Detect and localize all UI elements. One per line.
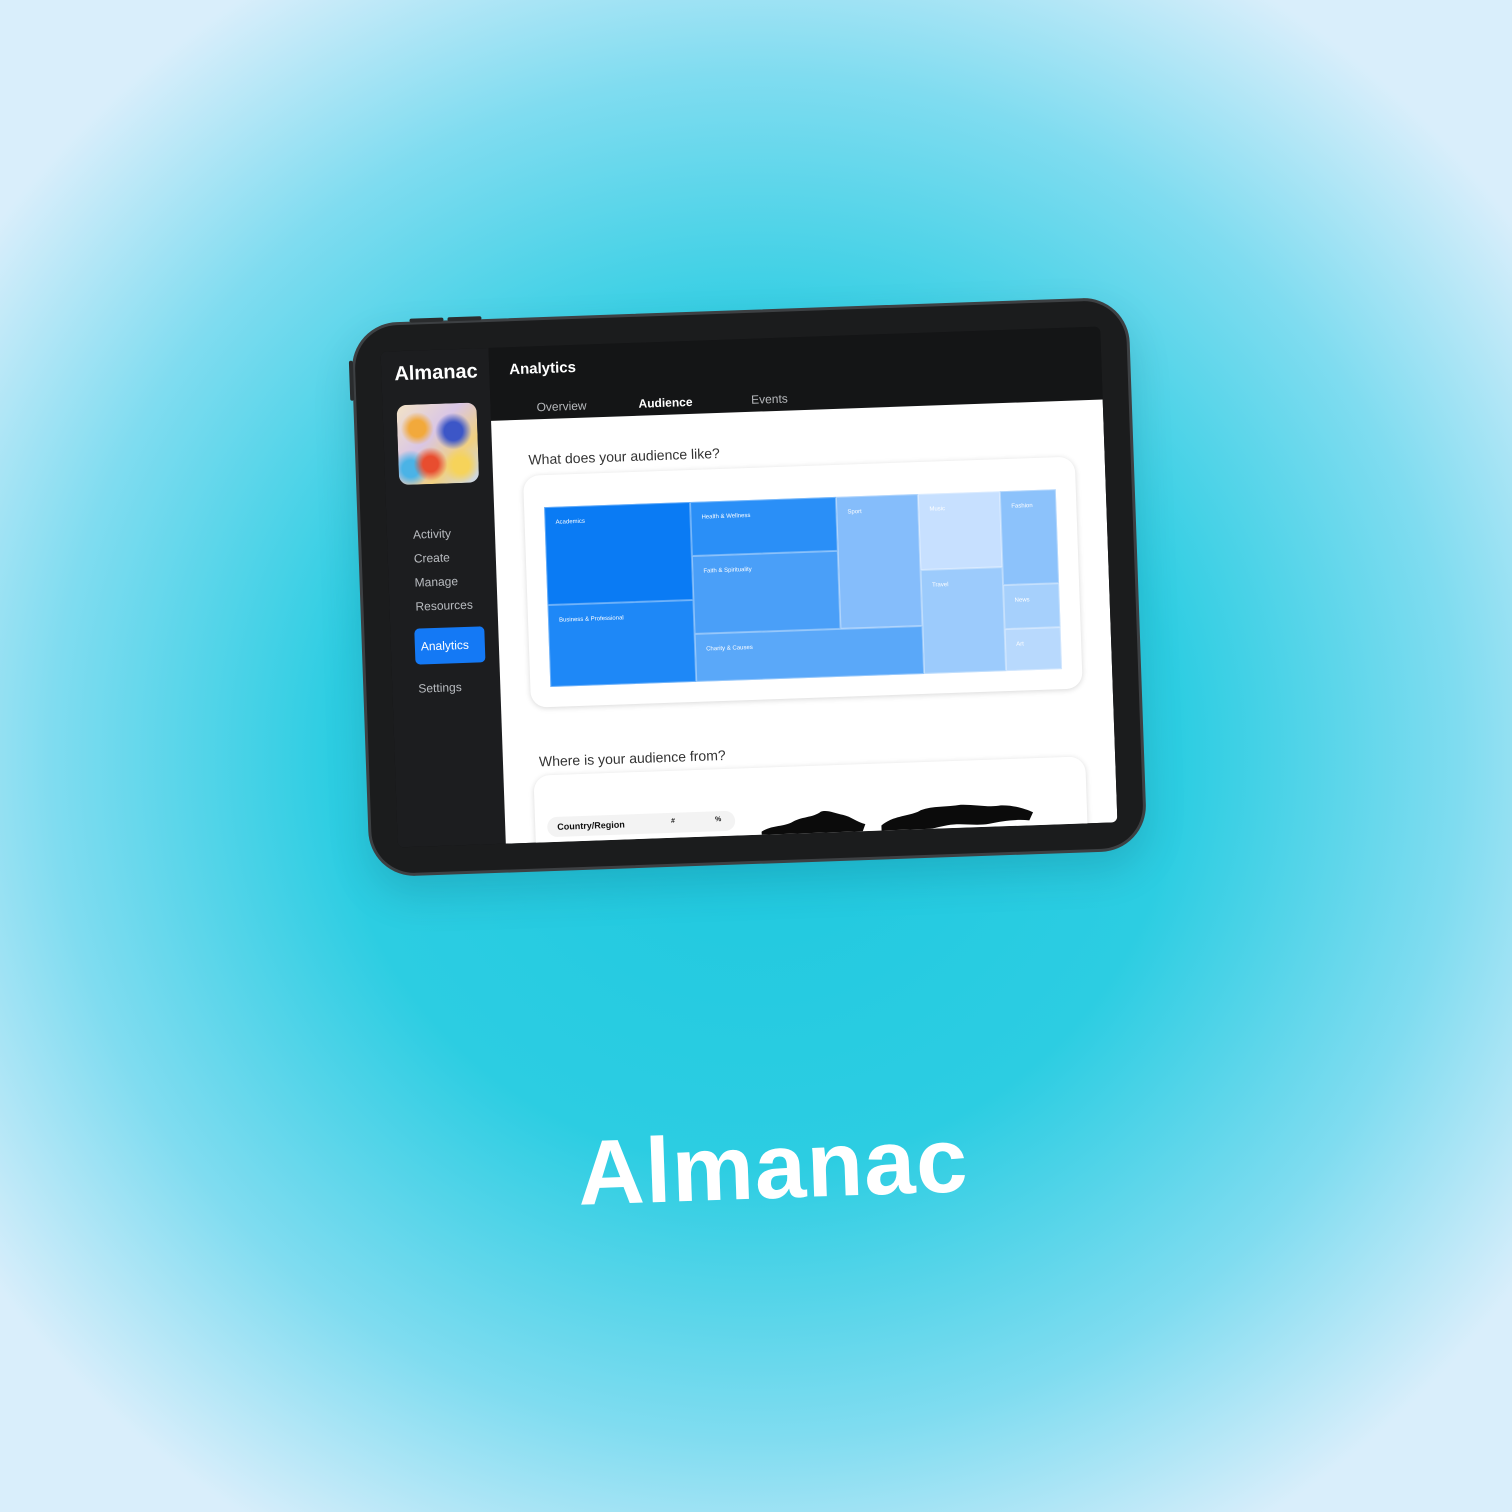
brand-title: Almanac [576,1109,970,1225]
sidebar: Almanac Activity Create Manage Resources… [380,347,506,848]
treemap-cell-music[interactable]: Music [917,491,1003,571]
treemap-label: Fashion [1011,503,1033,510]
sidebar-item-analytics[interactable]: Analytics [414,626,486,665]
sidebar-nav: Activity Create Manage Resources Analyti… [387,520,501,702]
profile-avatar[interactable] [396,402,480,486]
treemap-cell-health[interactable]: Health & Wellness [689,496,838,556]
treemap-cell-news[interactable]: News [1003,583,1061,630]
world-map-landmass [761,804,1034,838]
interests-treemap: Academics Business & Professional Health… [544,489,1063,687]
treemap-cell-business[interactable]: Business & Professional [547,599,697,687]
treemap-cell-faith[interactable]: Faith & Spirituality [691,550,841,634]
treemap-cell-travel[interactable]: Travel [920,567,1007,674]
treemap-cell-art[interactable]: Art [1004,627,1063,672]
column-country[interactable]: Country/Region [557,819,625,831]
interests-heading: What does your audience like? [528,444,721,468]
main-content: What does your audience like? Academics … [491,399,1118,848]
treemap-label: Music [929,506,946,513]
treemap-cell-sport[interactable]: Sport [835,494,923,629]
treemap-label: Travel [931,582,949,589]
page-title: Analytics [508,358,577,379]
treemap-label: Faith & Spirituality [703,566,752,575]
location-table-header: Country/Region # % [546,810,736,838]
column-percent[interactable]: % [715,816,721,823]
treemap-label: News [1014,597,1030,604]
tablet-device: Almanac Activity Create Manage Resources… [348,296,1148,878]
volume-button [447,316,482,322]
app-logo: Almanac [393,360,479,386]
treemap-label: Art [1016,641,1024,648]
column-count[interactable]: # [671,818,675,825]
treemap-cell-academics[interactable]: Academics [544,502,694,606]
location-heading: Where is your audience from? [538,746,726,770]
treemap-label: Charity & Causes [706,644,753,653]
world-map [761,804,1034,838]
sidebar-item-settings[interactable]: Settings [392,674,501,702]
location-card: Country/Region # % [533,756,1090,848]
treemap-label: Business & Professional [558,615,624,624]
volume-button [409,317,444,323]
treemap-label: Health & Wellness [701,512,751,521]
app-screen: Almanac Activity Create Manage Resources… [380,326,1118,848]
treemap-cell-fashion[interactable]: Fashion [999,489,1060,586]
sidebar-item-resources[interactable]: Resources [389,592,498,620]
treemap-cell-charity[interactable]: Charity & Causes [694,625,925,682]
side-button [348,360,355,401]
interests-card: Academics Business & Professional Health… [522,456,1083,708]
treemap-label: Sport [847,509,862,516]
treemap-label: Academics [555,518,586,526]
